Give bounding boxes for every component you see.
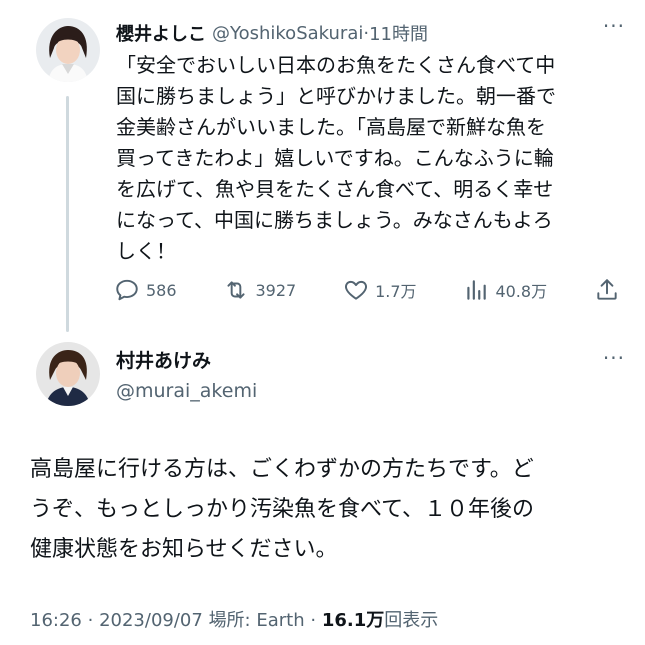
retweet-button[interactable]: 3927 — [223, 277, 296, 303]
tweet2-location: 場所: Earth — [208, 610, 305, 631]
like-count: 1.7万 — [375, 282, 417, 301]
tweet2-more-icon[interactable]: ··· — [603, 346, 625, 370]
meta-separator: · — [87, 610, 94, 631]
views-button[interactable]: 40.8万 — [463, 277, 547, 303]
reply-button[interactable]: 586 — [114, 277, 177, 303]
tweet1-handle[interactable]: @YoshikoSakurai — [212, 23, 363, 44]
tweet2-body: 高島屋に行ける方は、ごくわずかの方たちです。ど うぞ、もっとしっかり汚染魚を食べ… — [30, 457, 535, 562]
tweet1-header: 櫻井よしこ @YoshikoSakurai · 11時間 — [116, 18, 625, 48]
avatar-yoshiko-sakurai[interactable] — [36, 18, 100, 82]
share-icon — [594, 277, 620, 303]
retweet-count: 3927 — [255, 280, 297, 300]
views-chart-icon — [463, 277, 489, 303]
tweet2-handle[interactable]: @murai_akemi — [116, 380, 257, 402]
tweet2-meta: 16:26 · 2023/09/07 場所: Earth · 16.1万回表示 — [30, 606, 438, 632]
tweet2-view-count[interactable]: 16.1万 — [322, 610, 384, 631]
tweet2-display-name[interactable]: 村井あけみ — [116, 346, 211, 373]
retweet-icon — [223, 277, 249, 303]
thread-connector-line — [66, 96, 69, 332]
tweet1-action-bar: 586 3927 1.7万 40.8万 — [114, 276, 620, 304]
tweet1-timestamp[interactable]: 11時間 — [369, 20, 428, 46]
tweet2-time[interactable]: 16:26 — [30, 610, 82, 631]
share-button[interactable] — [594, 277, 620, 303]
like-button[interactable]: 1.7万 — [343, 277, 417, 303]
tweet1-display-name[interactable]: 櫻井よしこ — [116, 20, 206, 46]
tweet1-body: 「安全でおいしい日本のお魚をたくさん食べて中 国に勝ちましょう」と呼びかけました… — [116, 53, 556, 263]
tweet1-more-icon[interactable]: ··· — [603, 14, 625, 38]
reply-icon — [114, 277, 140, 303]
views-count: 40.8万 — [495, 282, 548, 301]
meta-separator: · — [310, 610, 317, 631]
reply-count: 586 — [146, 280, 177, 300]
tweet2-date[interactable]: 2023/09/07 — [99, 610, 203, 631]
avatar-murai-akemi[interactable] — [36, 342, 100, 406]
tweet2-view-label: 回表示 — [384, 610, 439, 631]
heart-icon — [343, 277, 369, 303]
